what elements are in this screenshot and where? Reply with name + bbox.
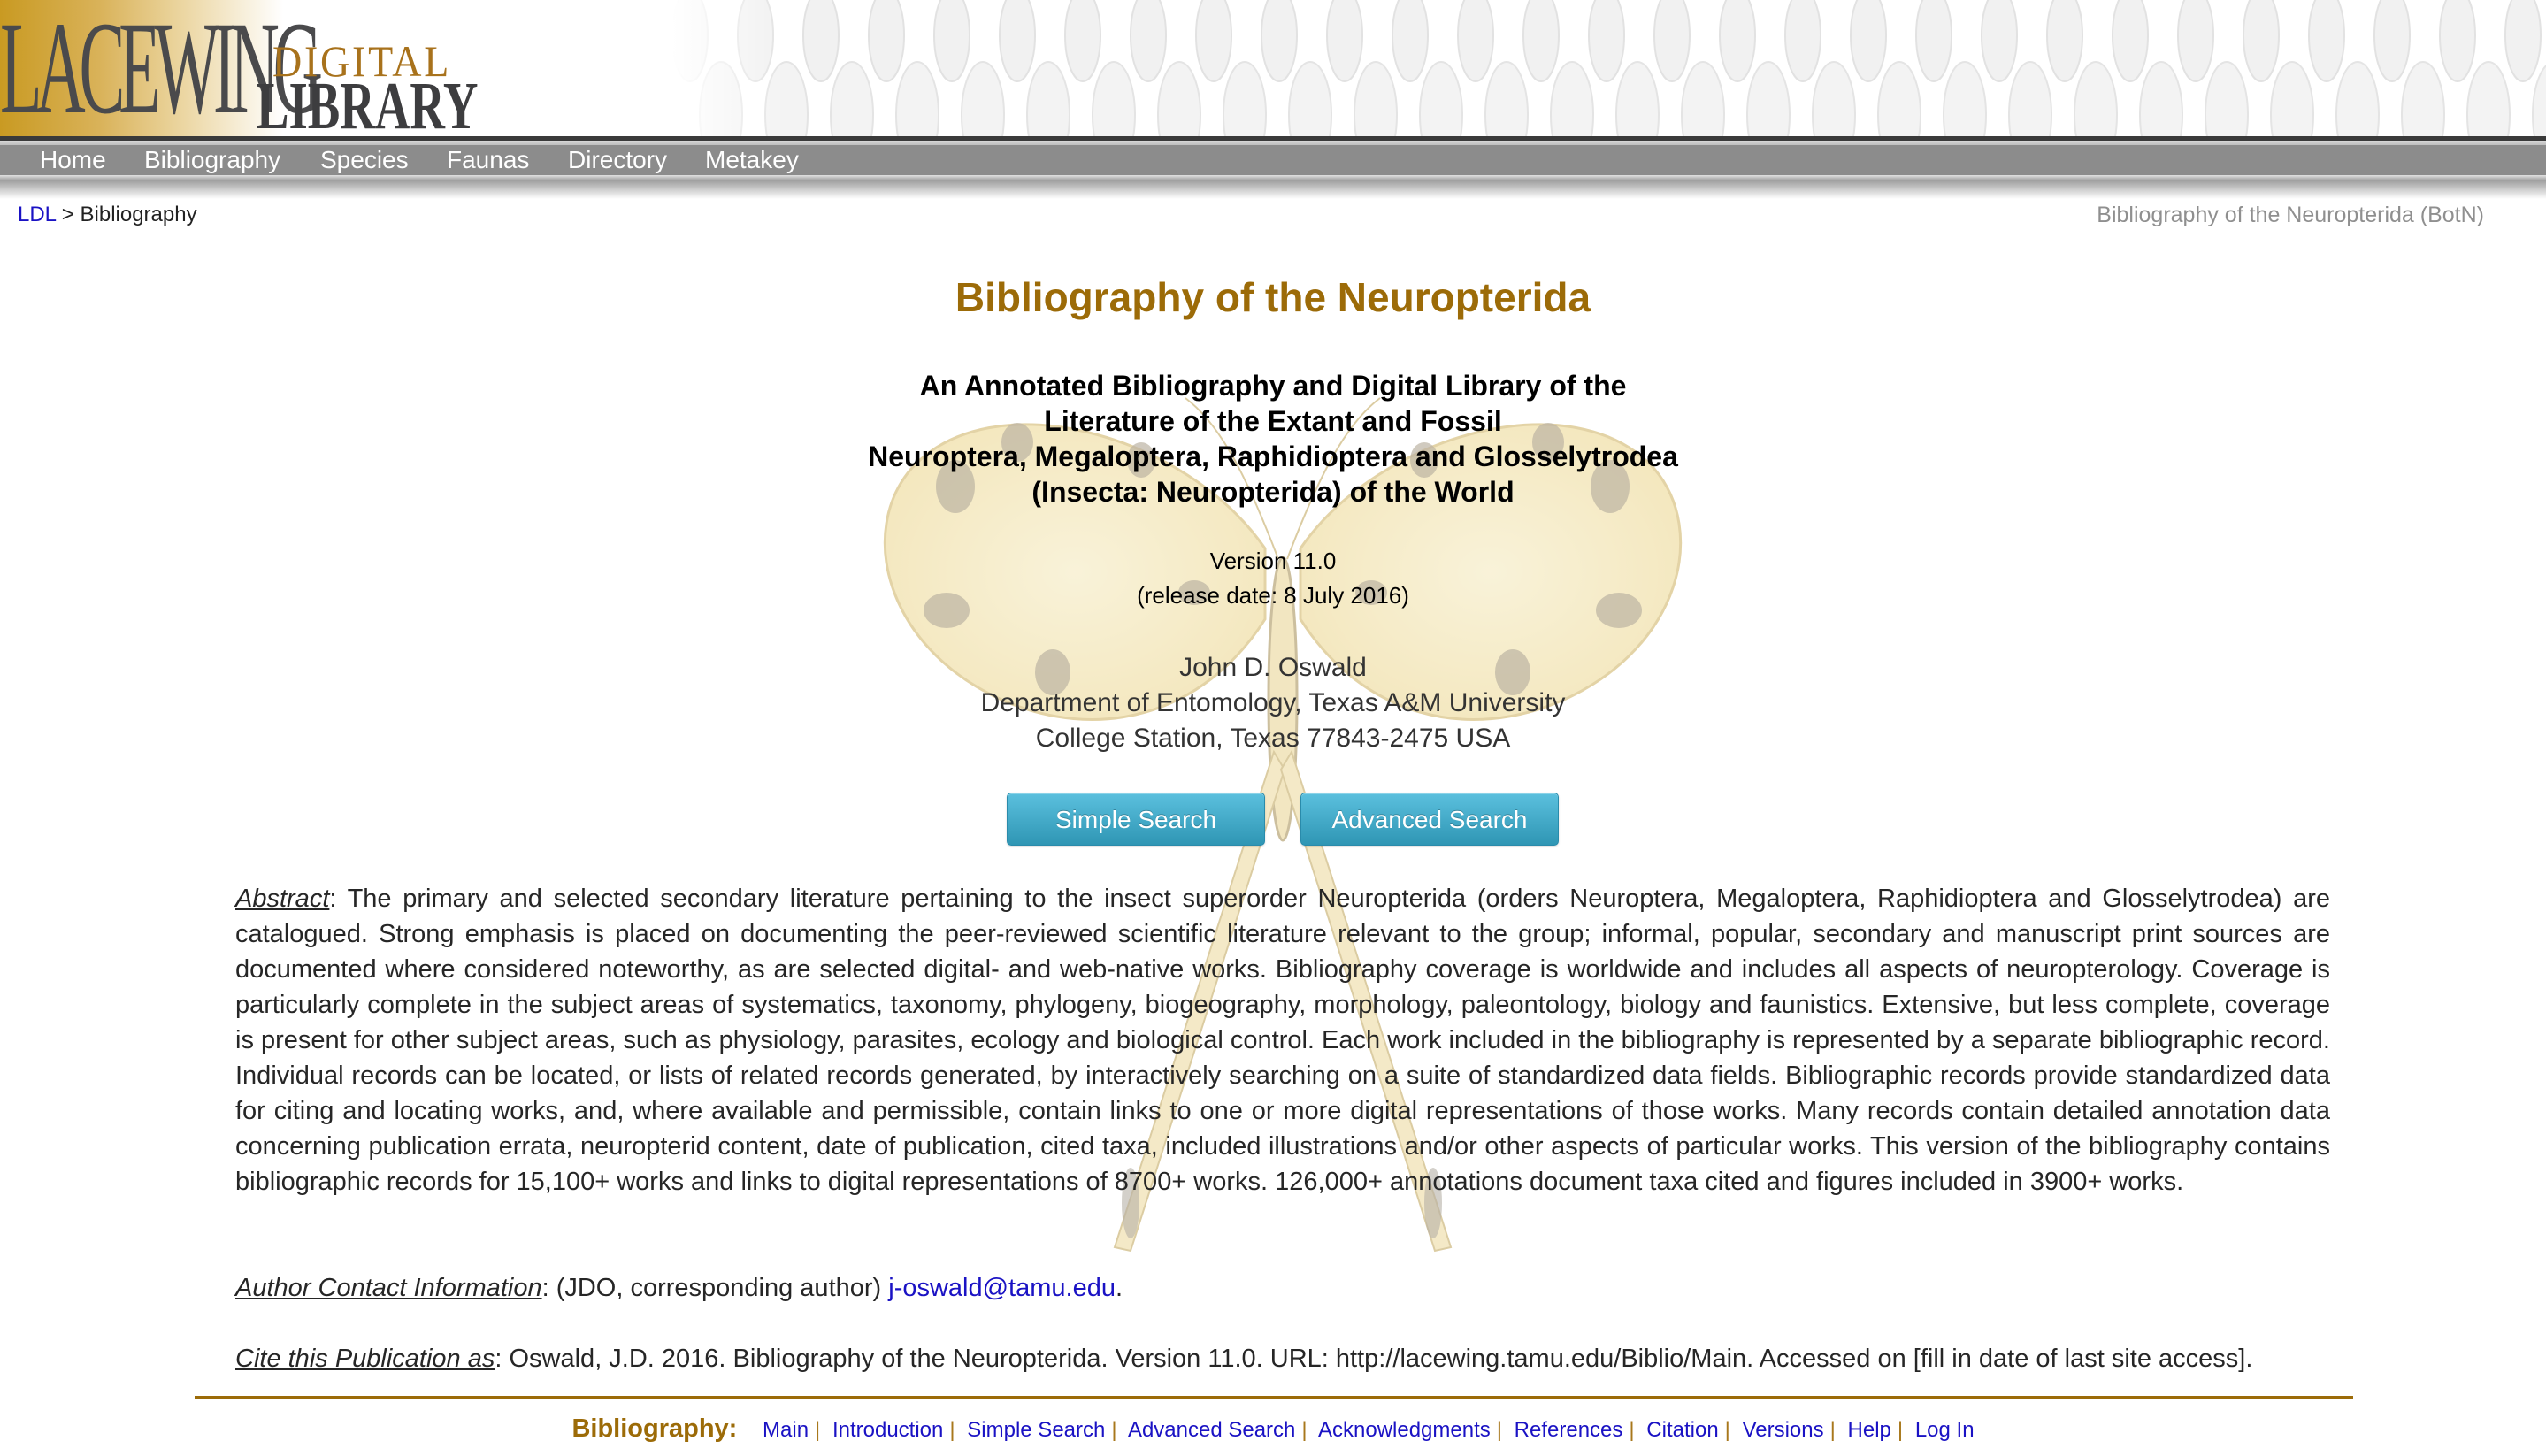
footer-link-citation[interactable]: Citation (1646, 1418, 1718, 1442)
author-info: John D. Oswald Department of Entomology,… (0, 650, 2546, 756)
cite-text: : Oswald, J.D. 2016. Bibliography of the… (495, 1345, 2253, 1373)
footer-link-simple-search[interactable]: Simple Search (967, 1418, 1105, 1442)
breadcrumb-separator: > (56, 203, 81, 226)
lacewing-wings-pattern (672, 0, 2546, 138)
abstract-paragraph: Abstract: The primary and selected secon… (235, 881, 2330, 1199)
footer-link-introduction[interactable]: Introduction (832, 1418, 943, 1442)
footer-separator: | (1111, 1418, 1117, 1442)
footer-divider (195, 1396, 2353, 1399)
footer-separator: | (815, 1418, 821, 1442)
page-subtitle: An Annotated Bibliography and Digital Li… (0, 368, 2546, 510)
release-date: (release date: 8 July 2016) (1137, 582, 1409, 609)
site-section-tag: Bibliography of the Neuropterida (BotN) (2097, 203, 2484, 227)
version-info: Version 11.0 (release date: 8 July 2016) (0, 544, 2546, 613)
footer-link-main[interactable]: Main (763, 1418, 809, 1442)
footer-link-help[interactable]: Help (1848, 1418, 1891, 1442)
contact-trail: . (1115, 1274, 1123, 1302)
nav-item-metakey[interactable]: Metakey (705, 145, 799, 175)
breadcrumb-current: Bibliography (80, 203, 197, 226)
main-nav: Home Bibliography Species Faunas Directo… (0, 136, 2546, 199)
author-department: Department of Entomology, Texas A&M Univ… (980, 688, 1566, 717)
footer-link-acknowledgments[interactable]: Acknowledgments (1318, 1418, 1491, 1442)
author-address: College Station, Texas 77843-2475 USA (1035, 724, 1511, 753)
nav-item-home[interactable]: Home (40, 145, 106, 175)
footer-separator: | (1301, 1418, 1308, 1442)
subtitle-line: An Annotated Bibliography and Digital Li… (919, 370, 1627, 402)
footer-link-references[interactable]: References (1515, 1418, 1623, 1442)
cite-label: Cite this Publication as (235, 1345, 495, 1373)
citation-paragraph: Cite this Publication as: Oswald, J.D. 2… (235, 1341, 2330, 1376)
footer-separator: | (949, 1418, 955, 1442)
abstract-text: : The primary and selected secondary lit… (235, 885, 2330, 1196)
version-number: Version 11.0 (1209, 548, 1337, 574)
footer-separator: | (1897, 1418, 1904, 1442)
subtitle-line: Neuroptera, Megaloptera, Raphidioptera a… (868, 441, 1678, 472)
footer-separator: | (1829, 1418, 1836, 1442)
footer-separator: | (1496, 1418, 1502, 1442)
nav-item-faunas[interactable]: Faunas (447, 145, 529, 175)
breadcrumb: LDL > Bibliography (18, 203, 197, 227)
nav-item-species[interactable]: Species (320, 145, 409, 175)
page-title: Bibliography of the Neuropterida (955, 274, 1591, 320)
abstract-label: Abstract (235, 885, 330, 913)
footer-link-advanced-search[interactable]: Advanced Search (1128, 1418, 1295, 1442)
advanced-search-button[interactable]: Advanced Search (1300, 793, 1559, 846)
footer-link-versions[interactable]: Versions (1743, 1418, 1824, 1442)
breadcrumb-ldl-link[interactable]: LDL (18, 203, 56, 226)
simple-search-button[interactable]: Simple Search (1007, 793, 1265, 846)
subtitle-line: Literature of the Extant and Fossil (1044, 405, 1502, 437)
author-name: John D. Oswald (1179, 653, 1367, 682)
footer-link-log-in[interactable]: Log In (1915, 1418, 1975, 1442)
site-header: LACEWING DIGITAL LIBRARY (0, 0, 2546, 138)
author-email-link[interactable]: j-oswald@tamu.edu (888, 1274, 1116, 1302)
footer-nav: Bibliography: Main | Introduction | Simple… (0, 1414, 2546, 1445)
footer-separator: | (1629, 1418, 1635, 1442)
nav-item-bibliography[interactable]: Bibliography (144, 145, 280, 175)
lacewing-digital-library-logo[interactable]: LACEWING DIGITAL LIBRARY (0, 0, 495, 138)
author-contact-paragraph: Author Contact Information: (JDO, corres… (235, 1270, 2330, 1306)
logo-word-library: LIBRARY (257, 69, 479, 138)
contact-text: : (JDO, corresponding author) (541, 1274, 889, 1302)
subtitle-line: (Insecta: Neuropterida) of the World (1031, 476, 1515, 508)
footer-label: Bibliography: (571, 1414, 738, 1443)
nav-item-directory[interactable]: Directory (568, 145, 667, 175)
contact-label: Author Contact Information (235, 1274, 542, 1302)
footer-separator: | (1724, 1418, 1730, 1442)
